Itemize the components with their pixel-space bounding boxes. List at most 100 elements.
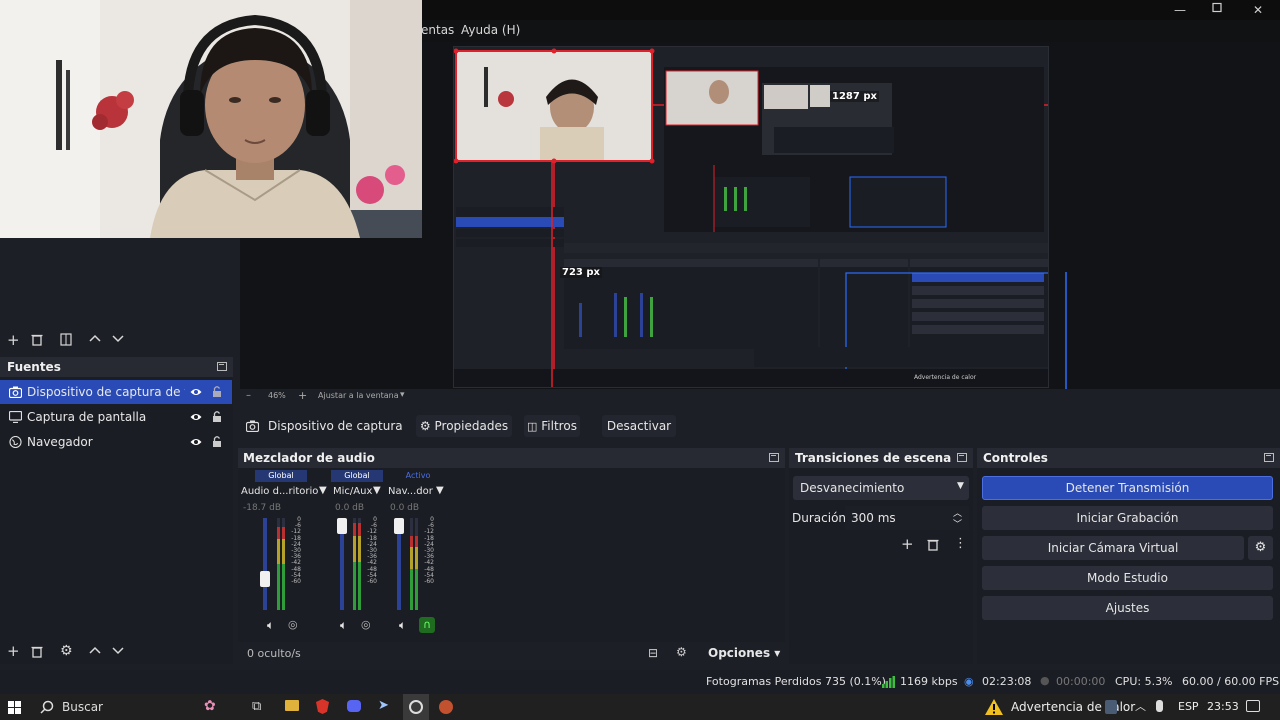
source-properties-gear-icon[interactable]: ⚙ xyxy=(60,644,73,658)
bitrate: 1169 kbps xyxy=(900,675,958,688)
advanced-audio-gear-icon[interactable]: ⚙ xyxy=(676,645,687,659)
audio-mixer-panel: Mezclador de audio 0 oculto/s ⊟ ⚙ Opcion… xyxy=(238,448,785,664)
db-scale: 0 -6 -12 -18 -24 -30 -36 -42 -48 -54 -60 xyxy=(367,516,377,586)
headphones-monitor-icon[interactable]: ∩ xyxy=(419,617,435,633)
transition-select[interactable]: Desvanecimiento ▼ xyxy=(793,476,969,500)
undock-icon[interactable] xyxy=(769,453,779,462)
filters-button[interactable]: ◫ Filtros xyxy=(524,415,580,437)
undock-icon[interactable] xyxy=(957,453,967,462)
transition-more-icon[interactable]: ⋮ xyxy=(954,537,967,551)
options-button[interactable]: Opciones ▾ xyxy=(708,646,780,660)
fader-knob[interactable] xyxy=(394,518,404,534)
zoom-fit-select[interactable]: Ajustar a la ventana xyxy=(318,391,399,400)
source-item-browser[interactable]: Navegador xyxy=(0,430,232,454)
add-transition-button[interactable]: + xyxy=(901,537,914,552)
undock-icon[interactable] xyxy=(1264,453,1274,462)
volume-fader[interactable] xyxy=(263,518,267,610)
move-source-up-button[interactable] xyxy=(89,646,101,654)
deactivate-button[interactable]: Desactivar xyxy=(602,415,676,437)
strip-tag: Global xyxy=(331,470,383,482)
strip-menu-chevron-icon[interactable]: ▼ xyxy=(319,485,327,496)
signal-bars-icon xyxy=(882,676,895,688)
source-label: Navegador xyxy=(27,435,93,449)
close-button[interactable]: ✕ xyxy=(1250,2,1266,18)
move-scene-up-button[interactable] xyxy=(89,334,101,342)
speaker-icon[interactable]: 🔈︎ xyxy=(340,618,347,633)
minimize-button[interactable]: — xyxy=(1172,2,1188,18)
start-virtual-camera-button[interactable]: Iniciar Cámara Virtual xyxy=(982,536,1244,560)
remove-scene-button[interactable] xyxy=(31,333,43,346)
zoom-fit-chevron-icon[interactable]: ▾ xyxy=(400,390,405,400)
fader-knob[interactable] xyxy=(260,571,270,588)
source-item-screen-capture[interactable]: Captura de pantalla xyxy=(0,405,232,429)
mixer-layout-icon[interactable]: ⊟ xyxy=(648,646,658,660)
clock[interactable]: 23:53 xyxy=(1207,700,1239,713)
notifications-icon[interactable] xyxy=(1246,700,1260,712)
strip-name: Audio d...ritorio xyxy=(241,486,319,497)
windows-start-icon[interactable] xyxy=(8,701,21,714)
remove-transition-button[interactable] xyxy=(927,538,939,551)
speaker-icon[interactable]: 🔈︎ xyxy=(267,618,274,633)
settings-button[interactable]: Ajustes xyxy=(982,596,1273,620)
strip-menu-chevron-icon[interactable]: ▼ xyxy=(373,485,381,496)
visibility-eye-icon[interactable] xyxy=(190,412,202,422)
stepper-down-icon[interactable]: ﹀ xyxy=(953,517,962,530)
menu-ayuda[interactable]: Ayuda (H) xyxy=(461,23,520,37)
duration-input[interactable]: 300 ms ︿ ﹀ xyxy=(845,506,969,530)
controls-title: Controles xyxy=(983,451,1048,465)
fps: 60.00 / 60.00 FPS xyxy=(1182,675,1280,688)
virtual-camera-gear-icon[interactable]: ⚙ xyxy=(1248,536,1273,560)
properties-button[interactable]: ⚙ Propiedades xyxy=(416,415,512,437)
source-item-video-capture[interactable]: Dispositivo de captura de vídeo xyxy=(0,380,232,404)
lock-icon[interactable] xyxy=(212,385,222,398)
tray-app-icon[interactable] xyxy=(1105,700,1117,714)
unlock-icon[interactable] xyxy=(212,435,222,448)
microphone-icon[interactable] xyxy=(1156,700,1163,712)
dropped-frames: Fotogramas Perdidos 735 (0.1%) xyxy=(706,675,886,688)
visibility-eye-icon[interactable] xyxy=(190,387,202,397)
chevron-down-icon: ▼ xyxy=(957,481,964,491)
visibility-eye-icon[interactable] xyxy=(190,437,202,447)
hidden-count-label: 0 oculto/s xyxy=(247,647,301,660)
add-source-button[interactable]: + xyxy=(7,644,20,659)
file-explorer-icon[interactable] xyxy=(285,700,299,711)
gear-icon: ⚙ xyxy=(419,419,431,433)
speaker-icon[interactable]: 🔈︎ xyxy=(399,618,406,633)
discord-icon[interactable] xyxy=(347,700,361,712)
windows-taskbar: Buscar ✿ ⧉ ➤ Advertencia de calor ︿ ESP … xyxy=(0,694,1280,720)
undock-icon[interactable] xyxy=(217,362,227,371)
webcam-source xyxy=(0,0,422,238)
obs-taskbar-button[interactable] xyxy=(403,694,429,720)
studio-mode-button[interactable]: Modo Estudio xyxy=(982,566,1273,590)
zoom-out-button[interactable]: – xyxy=(246,390,251,401)
strip-menu-chevron-icon[interactable]: ▼ xyxy=(436,485,444,496)
add-scene-button[interactable]: + xyxy=(7,333,20,348)
monitor-off-icon[interactable]: ◎ xyxy=(361,618,371,631)
strip-tag: Activo xyxy=(392,470,444,482)
move-scene-down-button[interactable] xyxy=(112,335,124,343)
stop-stream-button[interactable]: Detener Transmisión xyxy=(982,476,1273,500)
steam-icon[interactable]: ➤ xyxy=(378,698,389,713)
language-indicator[interactable]: ESP xyxy=(1178,700,1199,713)
zoom-in-button[interactable]: + xyxy=(298,389,307,402)
move-source-down-button[interactable] xyxy=(112,647,124,655)
remove-source-button[interactable] xyxy=(31,645,43,658)
transitions-title: Transiciones de escena xyxy=(795,451,952,465)
unlock-icon[interactable] xyxy=(212,410,222,423)
maximize-button[interactable] xyxy=(1211,2,1227,18)
controls-header: Controles xyxy=(977,448,1280,468)
fader-knob[interactable] xyxy=(337,518,347,534)
menu-herramientas[interactable]: entas xyxy=(421,23,454,37)
scene-filters-button[interactable] xyxy=(60,333,72,346)
task-view-icon[interactable]: ⧉ xyxy=(252,699,261,714)
mixer-footer: 0 oculto/s ⊟ ⚙ Opciones ▾ xyxy=(238,642,785,664)
chevron-up-icon[interactable]: ︿ xyxy=(1135,698,1146,714)
start-recording-button[interactable]: Iniciar Grabación xyxy=(982,506,1273,530)
globe-icon xyxy=(9,436,22,448)
record-time: 00:00:00 xyxy=(1056,675,1106,688)
monitor-off-icon[interactable]: ◎ xyxy=(288,618,298,631)
mixer-strip-desktop-audio: Global Audio d...ritorio ▼ -18.7 dB 0 -6-… xyxy=(241,470,327,640)
app-icon[interactable] xyxy=(439,700,453,714)
brave-browser-icon[interactable] xyxy=(316,699,329,714)
taskbar-search[interactable]: Buscar ✿ xyxy=(32,694,242,720)
